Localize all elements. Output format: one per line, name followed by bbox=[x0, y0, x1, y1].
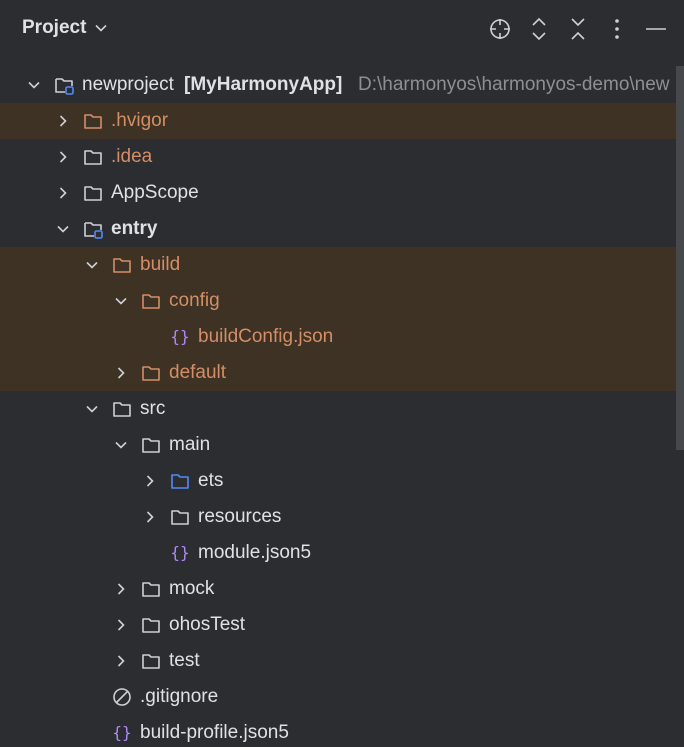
tree-row[interactable]: config bbox=[0, 283, 676, 319]
chevron-right-icon[interactable] bbox=[115, 655, 127, 667]
tree-item-label: default bbox=[169, 362, 227, 383]
tree-row[interactable]: build bbox=[0, 247, 676, 283]
chevron-down-icon bbox=[95, 24, 107, 32]
source-folder-icon bbox=[171, 474, 189, 489]
tree-row[interactable]: entry bbox=[0, 211, 676, 247]
project-tree: newproject [MyHarmonyApp] D:\harmonyos\har… bbox=[0, 66, 676, 747]
project-view-selector[interactable]: Project bbox=[22, 17, 107, 39]
tree-row[interactable]: .idea bbox=[0, 139, 676, 175]
folder-icon bbox=[84, 150, 102, 165]
chevron-right-icon[interactable] bbox=[57, 151, 69, 163]
chevron-right-icon[interactable] bbox=[115, 367, 127, 379]
tree-item-label: .gitignore bbox=[140, 686, 219, 707]
tree-item-label: .idea bbox=[111, 146, 153, 167]
excluded-folder-icon bbox=[142, 366, 160, 381]
tree-item-label: AppScope bbox=[111, 182, 199, 203]
folder-icon bbox=[171, 510, 189, 525]
folder-icon bbox=[142, 654, 160, 669]
folder-icon bbox=[142, 582, 160, 597]
tree-row[interactable]: newproject [MyHarmonyApp] D:\harmonyos\har… bbox=[0, 67, 676, 103]
tree-row[interactable]: {} build-profile.json5 bbox=[0, 715, 676, 747]
tree-row[interactable]: AppScope bbox=[0, 175, 676, 211]
svg-text:{}: {} bbox=[170, 327, 189, 346]
collapse-all-icon bbox=[571, 18, 585, 40]
module-name-label: [MyHarmonyApp] bbox=[184, 74, 343, 95]
tree-row[interactable]: ohosTest bbox=[0, 607, 676, 643]
chevron-down-icon[interactable] bbox=[115, 439, 127, 451]
tree-item-label: ohosTest bbox=[169, 614, 246, 635]
tree-item-label: newproject bbox=[82, 74, 174, 95]
excluded-folder-icon bbox=[84, 114, 102, 129]
project-path-label: D:\harmonyos\harmonyos-demo\new bbox=[358, 74, 670, 95]
tree-row[interactable]: {} buildConfig.json bbox=[0, 319, 676, 355]
locate-file-button[interactable] bbox=[487, 16, 513, 42]
chevron-right-icon[interactable] bbox=[57, 115, 69, 127]
chevron-right-icon[interactable] bbox=[115, 619, 127, 631]
scrollbar-thumb[interactable] bbox=[676, 66, 684, 450]
tree-item-label: test bbox=[169, 650, 200, 671]
more-options-icon bbox=[615, 19, 619, 39]
tree-item-label: entry bbox=[111, 218, 158, 239]
page-title: Project bbox=[22, 17, 87, 38]
ignore-file-icon bbox=[113, 688, 131, 706]
chevron-right-icon[interactable] bbox=[115, 583, 127, 595]
locate-icon bbox=[490, 19, 510, 39]
expand-all-icon bbox=[532, 17, 546, 41]
more-options-button[interactable] bbox=[604, 16, 630, 42]
tree-row[interactable]: mock bbox=[0, 571, 676, 607]
folder-icon bbox=[113, 402, 131, 417]
project-tool-window-header: Project bbox=[0, 0, 684, 60]
tree-item-label: src bbox=[140, 398, 166, 419]
chevron-down-icon[interactable] bbox=[28, 79, 40, 91]
collapse-all-button[interactable] bbox=[565, 16, 591, 42]
expand-all-button[interactable] bbox=[526, 16, 552, 42]
chevron-down-icon[interactable] bbox=[86, 403, 98, 415]
minimize-button[interactable] bbox=[643, 16, 669, 42]
chevron-right-icon[interactable] bbox=[57, 187, 69, 199]
folder-icon bbox=[142, 618, 160, 633]
tree-item-label: ets bbox=[198, 470, 224, 491]
chevron-right-icon[interactable] bbox=[144, 475, 156, 487]
chevron-down-icon[interactable] bbox=[57, 223, 69, 235]
tree-row[interactable]: main bbox=[0, 427, 676, 463]
minimize-icon bbox=[646, 28, 666, 30]
tree-item-label: buildConfig.json bbox=[198, 326, 334, 347]
tree-row[interactable]: src bbox=[0, 391, 676, 427]
svg-text:{}: {} bbox=[170, 543, 189, 562]
tree-item-label: config bbox=[169, 290, 220, 311]
tree-item-label: main bbox=[169, 434, 211, 455]
module-folder-icon bbox=[84, 222, 103, 239]
folder-icon bbox=[142, 438, 160, 453]
tree-item-label: build-profile.json5 bbox=[140, 722, 289, 743]
json-icon: {} bbox=[170, 327, 189, 346]
tree-row[interactable]: .gitignore bbox=[0, 679, 676, 715]
tree-row[interactable]: ets bbox=[0, 463, 676, 499]
tree-item-label: resources bbox=[198, 506, 282, 527]
tree-row[interactable]: {} module.json5 bbox=[0, 535, 676, 571]
json-icon: {} bbox=[170, 543, 189, 562]
folder-icon bbox=[84, 186, 102, 201]
tree-item-label: mock bbox=[169, 578, 215, 599]
tree-row[interactable]: test bbox=[0, 643, 676, 679]
module-folder-icon bbox=[55, 78, 74, 95]
chevron-down-icon[interactable] bbox=[86, 259, 98, 271]
excluded-folder-icon bbox=[142, 294, 160, 309]
tree-row[interactable]: resources bbox=[0, 499, 676, 535]
tree-item-label: build bbox=[140, 254, 181, 275]
svg-text:{}: {} bbox=[112, 723, 131, 742]
chevron-right-icon[interactable] bbox=[144, 511, 156, 523]
chevron-down-icon[interactable] bbox=[115, 295, 127, 307]
tree-row[interactable]: .hvigor bbox=[0, 103, 676, 139]
excluded-folder-icon bbox=[113, 258, 131, 273]
tree-item-label: module.json5 bbox=[198, 542, 312, 563]
tree-item-label: .hvigor bbox=[111, 110, 169, 131]
json-icon: {} bbox=[112, 723, 131, 742]
tree-row[interactable]: default bbox=[0, 355, 676, 391]
